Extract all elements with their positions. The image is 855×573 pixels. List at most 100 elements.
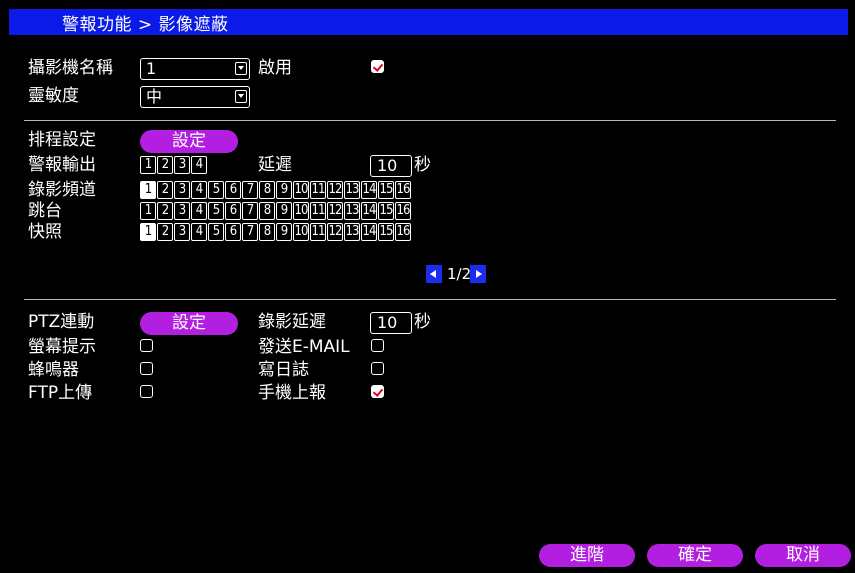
- channel-toggle[interactable]: 7: [242, 202, 258, 220]
- channel-toggle[interactable]: 16: [395, 223, 411, 241]
- ptz-setup-button[interactable]: 設定: [140, 312, 238, 335]
- channel-toggle[interactable]: 8: [259, 223, 275, 241]
- record-delay-label: 錄影延遲: [258, 312, 326, 332]
- record-channel-channels: 1 2 3 4 5 6 7 8 9 10 11 12 13 14 15 16: [140, 181, 412, 199]
- channel-toggle[interactable]: 6: [225, 181, 241, 199]
- mobile-report-label: 手機上報: [258, 383, 326, 403]
- channel-toggle[interactable]: 12: [327, 223, 343, 241]
- buzzer-label: 蜂鳴器: [28, 360, 79, 380]
- channel-toggle[interactable]: 1: [140, 156, 156, 174]
- delay-unit: 秒: [414, 155, 431, 175]
- next-page-button[interactable]: [470, 265, 486, 283]
- mobile-report-checkbox[interactable]: [371, 385, 384, 398]
- channel-toggle[interactable]: 3: [174, 156, 190, 174]
- channel-toggle[interactable]: 14: [361, 223, 377, 241]
- camera-select-value: 1: [146, 59, 157, 78]
- send-email-checkbox[interactable]: [371, 339, 384, 352]
- page-indicator: 1/2: [447, 265, 472, 283]
- channel-toggle[interactable]: 3: [174, 181, 190, 199]
- channel-toggle[interactable]: 13: [344, 202, 360, 220]
- screen-prompt-checkbox[interactable]: [140, 339, 153, 352]
- channel-toggle[interactable]: 5: [208, 181, 224, 199]
- record-channel-label: 錄影頻道: [28, 180, 96, 200]
- channel-toggle[interactable]: 16: [395, 181, 411, 199]
- channel-toggle[interactable]: 6: [225, 202, 241, 220]
- write-log-checkbox[interactable]: [371, 362, 384, 375]
- channel-toggle[interactable]: 9: [276, 202, 292, 220]
- channel-toggle[interactable]: 4: [191, 202, 207, 220]
- channel-toggle[interactable]: 4: [191, 156, 207, 174]
- tour-label: 跳台: [28, 201, 62, 221]
- alarm-output-label: 警報輸出: [28, 155, 96, 175]
- channel-toggle[interactable]: 10: [293, 181, 309, 199]
- channel-toggle[interactable]: 3: [174, 202, 190, 220]
- title-bar: 警報功能 > 影像遮蔽: [9, 9, 848, 35]
- channel-toggle[interactable]: 5: [208, 202, 224, 220]
- channel-toggle[interactable]: 11: [310, 223, 326, 241]
- channel-toggle[interactable]: 9: [276, 181, 292, 199]
- chevron-down-icon[interactable]: [235, 62, 247, 75]
- channel-toggle[interactable]: 12: [327, 181, 343, 199]
- channel-toggle[interactable]: 2: [157, 181, 173, 199]
- ptz-label: PTZ連動: [28, 312, 95, 332]
- sensitivity-label: 靈敏度: [28, 86, 79, 106]
- channel-toggle[interactable]: 11: [310, 181, 326, 199]
- send-email-label: 發送E-MAIL: [258, 337, 350, 357]
- channel-toggle[interactable]: 7: [242, 223, 258, 241]
- channel-toggle[interactable]: 2: [157, 223, 173, 241]
- channel-toggle[interactable]: 6: [225, 223, 241, 241]
- channel-toggle[interactable]: 4: [191, 223, 207, 241]
- advanced-button[interactable]: 進階: [539, 544, 635, 567]
- schedule-setup-button[interactable]: 設定: [140, 130, 238, 153]
- channel-toggle[interactable]: 11: [310, 202, 326, 220]
- tour-channels: 1 2 3 4 5 6 7 8 9 10 11 12 13 14 15 16: [140, 202, 412, 220]
- delay-input[interactable]: 10: [370, 155, 412, 177]
- dvr-screen: 警報功能 > 影像遮蔽 攝影機名稱 1 啟用 靈敏度 中 排程設定 設定 警報輸…: [0, 0, 855, 573]
- channel-toggle[interactable]: 4: [191, 181, 207, 199]
- enable-checkbox[interactable]: [371, 60, 384, 73]
- buzzer-checkbox[interactable]: [140, 362, 153, 375]
- channel-toggle[interactable]: 14: [361, 202, 377, 220]
- channel-toggle[interactable]: 16: [395, 202, 411, 220]
- channel-toggle[interactable]: 5: [208, 223, 224, 241]
- camera-name-label: 攝影機名稱: [28, 58, 113, 78]
- channel-toggle[interactable]: 1: [140, 223, 156, 241]
- ok-button[interactable]: 確定: [647, 544, 743, 567]
- enable-label: 啟用: [258, 58, 292, 78]
- sensitivity-select[interactable]: 中: [140, 86, 250, 108]
- channel-toggle[interactable]: 8: [259, 202, 275, 220]
- camera-select[interactable]: 1: [140, 58, 250, 80]
- ftp-upload-checkbox[interactable]: [140, 385, 153, 398]
- channel-toggle[interactable]: 15: [378, 202, 394, 220]
- channel-toggle[interactable]: 2: [157, 202, 173, 220]
- channel-toggle[interactable]: 3: [174, 223, 190, 241]
- channel-toggle[interactable]: 15: [378, 181, 394, 199]
- chevron-down-icon[interactable]: [235, 90, 247, 103]
- channel-toggle[interactable]: 8: [259, 181, 275, 199]
- channel-toggle[interactable]: 9: [276, 223, 292, 241]
- divider: [24, 120, 836, 121]
- channel-toggle[interactable]: 13: [344, 181, 360, 199]
- schedule-label: 排程設定: [28, 130, 96, 150]
- channel-toggle[interactable]: 12: [327, 202, 343, 220]
- ftp-upload-label: FTP上傳: [28, 383, 93, 403]
- snapshot-label: 快照: [28, 222, 62, 242]
- channel-toggle[interactable]: 10: [293, 223, 309, 241]
- channel-toggle[interactable]: 7: [242, 181, 258, 199]
- screen-prompt-label: 螢幕提示: [28, 337, 96, 357]
- divider: [24, 299, 836, 300]
- channel-toggle[interactable]: 1: [140, 202, 156, 220]
- snapshot-channels: 1 2 3 4 5 6 7 8 9 10 11 12 13 14 15 16: [140, 223, 412, 241]
- channel-toggle[interactable]: 13: [344, 223, 360, 241]
- channel-toggle[interactable]: 1: [140, 181, 156, 199]
- record-delay-input[interactable]: 10: [370, 312, 412, 334]
- channel-toggle[interactable]: 2: [157, 156, 173, 174]
- write-log-label: 寫日誌: [258, 360, 309, 380]
- channel-toggle[interactable]: 10: [293, 202, 309, 220]
- channel-toggle[interactable]: 15: [378, 223, 394, 241]
- delay-label: 延遲: [258, 155, 292, 175]
- prev-page-button[interactable]: [426, 265, 442, 283]
- cancel-button[interactable]: 取消: [755, 544, 851, 567]
- channel-toggle[interactable]: 14: [361, 181, 377, 199]
- record-delay-unit: 秒: [414, 312, 431, 332]
